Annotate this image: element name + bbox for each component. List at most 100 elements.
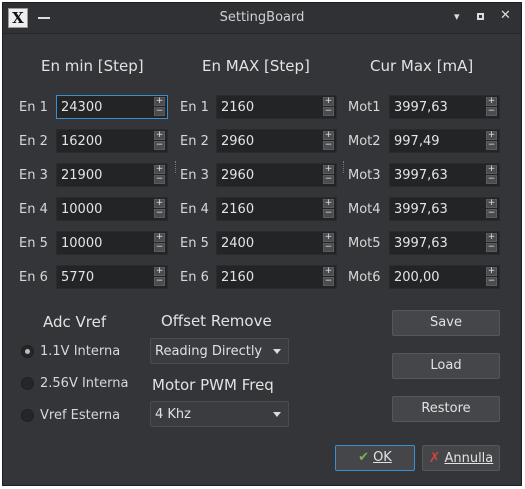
motor-pwm-select[interactable]: 4 Khz: [150, 401, 289, 427]
spin-down-icon[interactable]: −: [486, 243, 497, 252]
spin-up-icon[interactable]: +: [154, 131, 165, 140]
spin-down-icon[interactable]: −: [486, 107, 497, 116]
cur-max-spinbox[interactable]: 3997,63 + −: [389, 231, 500, 255]
spin-up-icon[interactable]: +: [486, 97, 497, 106]
en-max-value[interactable]: 2160: [221, 100, 254, 115]
radio-1-1v-interna[interactable]: [21, 345, 34, 358]
close-icon[interactable]: ✕: [500, 9, 511, 22]
spin-down-icon[interactable]: −: [154, 243, 165, 252]
splitter-handle[interactable]: [175, 161, 177, 173]
spin-up-icon[interactable]: +: [486, 199, 497, 208]
en-max-value[interactable]: 2160: [221, 270, 254, 285]
en-min-label: En 5: [19, 236, 48, 251]
en-min-header: En min [Step]: [41, 57, 144, 75]
spin-up-icon[interactable]: +: [154, 97, 165, 106]
radio-label-1-1v[interactable]: 1.1V Interna: [40, 344, 120, 359]
spin-down-icon[interactable]: −: [323, 243, 334, 252]
cur-max-value[interactable]: 3997,63: [394, 236, 448, 251]
cur-max-label: Mot2: [348, 134, 381, 149]
spin-up-icon[interactable]: +: [323, 267, 334, 276]
spin-down-icon[interactable]: −: [154, 107, 165, 116]
splitter-handle[interactable]: [343, 161, 345, 173]
spin-down-icon[interactable]: −: [486, 175, 497, 184]
spin-down-icon[interactable]: −: [323, 277, 334, 286]
cur-max-spinbox[interactable]: 997,49 + −: [389, 129, 500, 153]
spin-up-icon[interactable]: +: [486, 233, 497, 242]
en-min-value[interactable]: 21900: [61, 168, 102, 183]
ok-button[interactable]: ✔ OK: [335, 445, 415, 471]
spin-down-icon[interactable]: −: [486, 209, 497, 218]
spin-down-icon[interactable]: −: [154, 175, 165, 184]
spin-down-icon[interactable]: −: [323, 175, 334, 184]
en-max-spinbox[interactable]: 2160 + −: [216, 265, 337, 289]
cur-max-value[interactable]: 3997,63: [394, 168, 448, 183]
spin-up-icon[interactable]: +: [154, 267, 165, 276]
cur-max-spinbox[interactable]: 3997,63 + −: [389, 95, 500, 119]
en-max-spinbox[interactable]: 2960 + −: [216, 163, 337, 187]
restore-button[interactable]: Restore: [392, 396, 500, 422]
save-button[interactable]: Save: [392, 310, 500, 336]
en-max-label: En 1: [180, 100, 209, 115]
spin-up-icon[interactable]: +: [323, 199, 334, 208]
en-min-spinbox[interactable]: 24300 + −: [56, 95, 168, 119]
cur-max-value[interactable]: 3997,63: [394, 202, 448, 217]
en-max-spinbox[interactable]: 2400 + −: [216, 231, 337, 255]
en-min-spinbox[interactable]: 10000 + −: [56, 231, 168, 255]
spin-up-icon[interactable]: +: [154, 165, 165, 174]
cancel-button[interactable]: ✗ Annulla: [422, 445, 500, 471]
spin-up-icon[interactable]: +: [486, 131, 497, 140]
spin-up-icon[interactable]: +: [154, 233, 165, 242]
spin-up-icon[interactable]: +: [486, 267, 497, 276]
en-max-value[interactable]: 2960: [221, 168, 254, 183]
spin-down-icon[interactable]: −: [486, 141, 497, 150]
offset-remove-select[interactable]: Reading Directly: [150, 338, 289, 364]
spin-down-icon[interactable]: −: [323, 141, 334, 150]
en-min-label: En 2: [19, 134, 48, 149]
maximize-icon[interactable]: [477, 13, 484, 20]
cur-max-label: Mot3: [348, 168, 381, 183]
cur-max-value[interactable]: 200,00: [394, 270, 440, 285]
spin-up-icon[interactable]: +: [323, 233, 334, 242]
minimize-icon[interactable]: ▾: [454, 11, 460, 23]
cur-max-spinbox[interactable]: 200,00 + −: [389, 265, 500, 289]
spin-down-icon[interactable]: −: [486, 277, 497, 286]
cur-max-value[interactable]: 997,49: [394, 134, 440, 149]
en-max-spinbox[interactable]: 2160 + −: [216, 197, 337, 221]
cur-max-spinbox[interactable]: 3997,63 + −: [389, 163, 500, 187]
radio-vref-esterna[interactable]: [21, 409, 34, 422]
en-min-spinbox[interactable]: 16200 + −: [56, 129, 168, 153]
load-button[interactable]: Load: [392, 353, 500, 379]
motor-pwm-value: 4 Khz: [155, 407, 191, 422]
en-min-spinbox[interactable]: 21900 + −: [56, 163, 168, 187]
spin-arrows: + −: [486, 165, 497, 185]
cur-max-value[interactable]: 3997,63: [394, 100, 448, 115]
en-max-value[interactable]: 2400: [221, 236, 254, 251]
spin-up-icon[interactable]: +: [323, 97, 334, 106]
en-max-spinbox[interactable]: 2960 + −: [216, 129, 337, 153]
en-max-value[interactable]: 2960: [221, 134, 254, 149]
cur-max-spinbox[interactable]: 3997,63 + −: [389, 197, 500, 221]
spin-up-icon[interactable]: +: [323, 165, 334, 174]
spin-up-icon[interactable]: +: [323, 131, 334, 140]
radio-label-vref-esterna[interactable]: Vref Esterna: [40, 408, 120, 423]
spin-down-icon[interactable]: −: [154, 277, 165, 286]
en-max-label: En 4: [180, 202, 209, 217]
en-max-spinbox[interactable]: 2160 + −: [216, 95, 337, 119]
en-min-value[interactable]: 24300: [61, 100, 102, 115]
spin-up-icon[interactable]: +: [154, 199, 165, 208]
spin-up-icon[interactable]: +: [486, 165, 497, 174]
radio-2-56v-interna[interactable]: [21, 377, 34, 390]
spin-down-icon[interactable]: −: [323, 209, 334, 218]
spin-down-icon[interactable]: −: [154, 209, 165, 218]
en-min-spinbox[interactable]: 5770 + −: [56, 265, 168, 289]
en-min-value[interactable]: 10000: [61, 202, 102, 217]
en-min-value[interactable]: 10000: [61, 236, 102, 251]
spin-down-icon[interactable]: −: [154, 141, 165, 150]
window-title: SettingBoard: [219, 10, 305, 25]
en-min-spinbox[interactable]: 10000 + −: [56, 197, 168, 221]
radio-label-2-56v[interactable]: 2.56V Interna: [40, 376, 128, 391]
en-max-value[interactable]: 2160: [221, 202, 254, 217]
en-min-value[interactable]: 5770: [61, 270, 94, 285]
en-min-value[interactable]: 16200: [61, 134, 102, 149]
spin-down-icon[interactable]: −: [323, 107, 334, 116]
